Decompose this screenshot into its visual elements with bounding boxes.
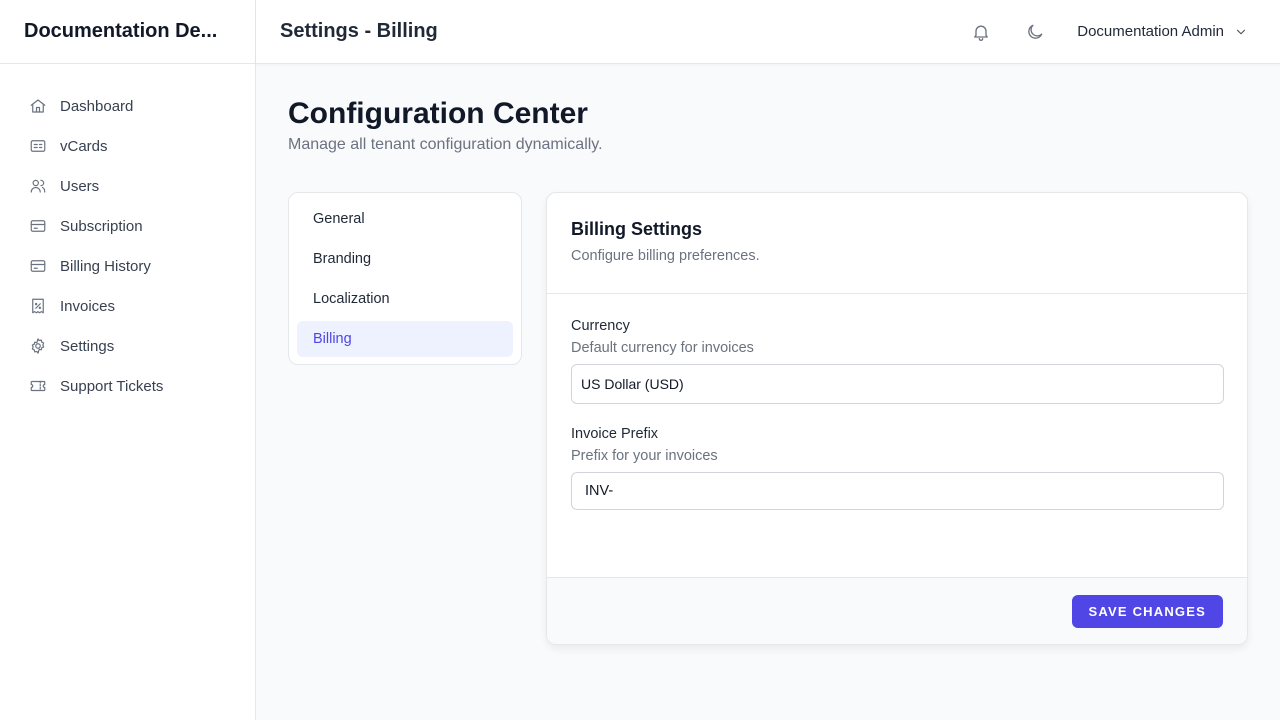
card-footer: SAVE CHANGES [547, 577, 1247, 644]
sidebar-item-label: Billing History [60, 257, 151, 275]
id-card-icon [28, 136, 48, 156]
sidebar-item-settings[interactable]: Settings [0, 326, 255, 366]
receipt-percent-icon [28, 296, 48, 316]
sidebar-item-label: Settings [60, 337, 115, 355]
invoice-prefix-input[interactable]: INV- [571, 472, 1224, 510]
sidebar-item-label: Dashboard [60, 97, 134, 115]
card-header: Billing Settings Configure billing prefe… [547, 193, 1247, 294]
users-icon [28, 176, 48, 196]
sidebar-item-support-tickets[interactable]: Support Tickets [0, 366, 255, 406]
invoice-prefix-field-group: Invoice Prefix Prefix for your invoices … [571, 426, 1224, 510]
sidebar-item-label: Users [60, 177, 100, 195]
tab-general[interactable]: General [297, 201, 513, 237]
gear-icon [28, 336, 48, 356]
card-description: Configure billing preferences. [571, 248, 760, 264]
brand-title[interactable]: Documentation De... [0, 0, 255, 64]
card-body: Currency Default currency for invoices U… [547, 294, 1247, 510]
home-icon [28, 96, 48, 116]
sidebar-item-dashboard[interactable]: Dashboard [0, 86, 255, 126]
user-menu[interactable]: Documentation Admin [1077, 23, 1248, 40]
card-title: Billing Settings [571, 219, 703, 239]
header-actions: Documentation Admin [945, 14, 1248, 50]
chevron-down-icon [1236, 29, 1246, 34]
sidebar: Documentation De... Dashboard vCards Use… [0, 0, 256, 720]
sidebar-item-billing-history[interactable]: Billing History [0, 246, 255, 286]
sidebar-item-label: Support Tickets [60, 377, 164, 395]
tab-billing[interactable]: Billing [297, 321, 513, 357]
moon-icon[interactable] [1017, 14, 1053, 50]
currency-label: Currency [571, 318, 630, 334]
credit-card-icon [28, 256, 48, 276]
currency-select[interactable]: US Dollar (USD) [571, 364, 1224, 404]
tab-localization[interactable]: Localization [297, 281, 513, 317]
sidebar-item-vcards[interactable]: vCards [0, 126, 255, 166]
sidebar-item-label: Invoices [60, 297, 116, 315]
sidebar-item-label: vCards [60, 137, 108, 155]
top-header: Settings - Billing Documentation Admin [256, 0, 1280, 64]
sidebar-item-label: Subscription [60, 217, 143, 235]
tab-branding[interactable]: Branding [297, 241, 513, 277]
sidebar-item-invoices[interactable]: Invoices [0, 286, 255, 326]
user-name: Documentation Admin [1077, 23, 1224, 40]
sidebar-item-subscription[interactable]: Subscription [0, 206, 255, 246]
settings-tabs: General Branding Localization Billing [288, 192, 522, 365]
credit-card-icon [28, 216, 48, 236]
sidebar-item-users[interactable]: Users [0, 166, 255, 206]
main-content: Configuration Center Manage all tenant c… [288, 96, 1248, 645]
header-title: Settings - Billing [280, 20, 438, 42]
billing-settings-card: Billing Settings Configure billing prefe… [546, 192, 1248, 645]
save-changes-button[interactable]: SAVE CHANGES [1071, 594, 1223, 628]
currency-field-group: Currency Default currency for invoices U… [571, 318, 1224, 404]
bell-icon[interactable] [963, 14, 999, 50]
ticket-icon [28, 376, 48, 396]
invoice-prefix-hint: Prefix for your invoices [571, 448, 718, 464]
sidebar-nav: Dashboard vCards Users Subscription Bill… [0, 64, 255, 406]
currency-hint: Default currency for invoices [571, 340, 754, 356]
page-title: Configuration Center [288, 97, 588, 130]
page-subtitle: Manage all tenant configuration dynamica… [288, 136, 603, 153]
invoice-prefix-label: Invoice Prefix [571, 426, 659, 442]
